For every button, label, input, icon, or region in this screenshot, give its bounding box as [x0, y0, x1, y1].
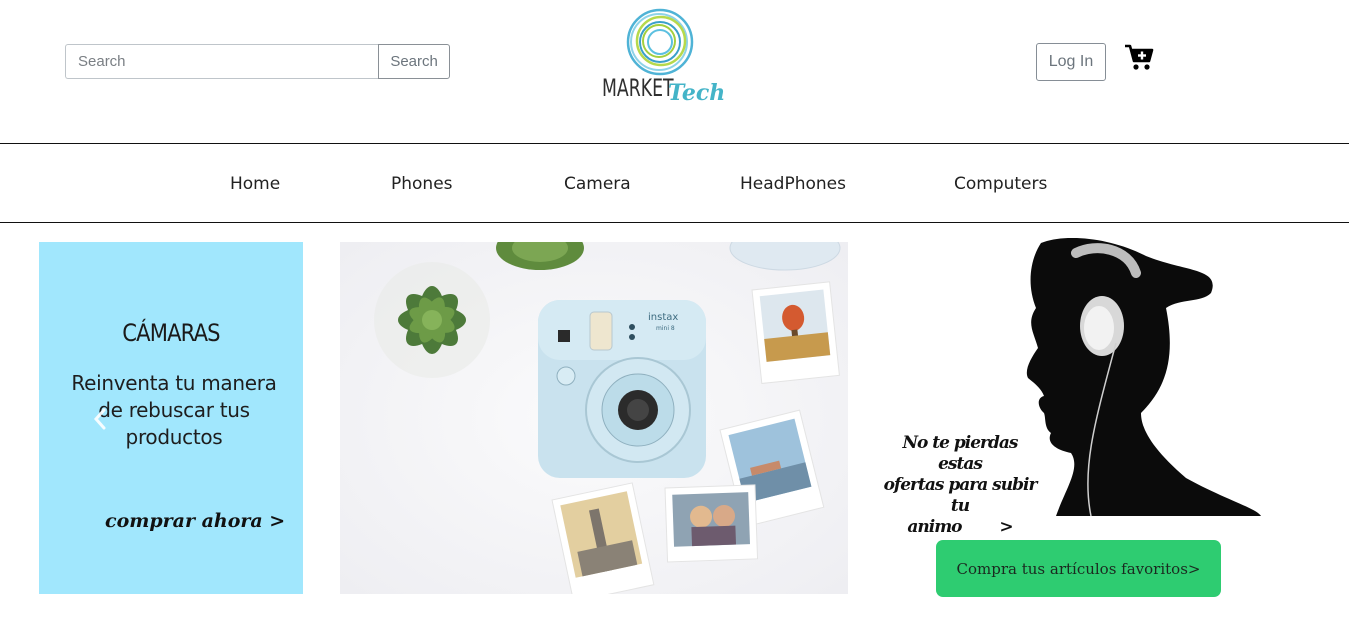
nav-item-camera[interactable]: Camera: [564, 174, 631, 194]
caption-arrow-link[interactable]: >: [999, 517, 1013, 537]
camera-brand-label: instax: [648, 312, 678, 323]
nav-item-headphones[interactable]: HeadPhones: [740, 174, 846, 194]
spiral-logo-icon: [626, 8, 694, 76]
camera-model-label: mini 8: [656, 325, 675, 332]
logo-word-market: MARKET: [602, 74, 674, 102]
search-bar: Search: [65, 44, 450, 79]
caption-line: ofertas para subir tu: [883, 475, 1038, 516]
caption-line: No te pierdas estas: [902, 433, 1019, 474]
search-input[interactable]: [65, 44, 379, 79]
shop-now-link[interactable]: comprar ahora >: [105, 510, 285, 532]
nav-divider: [0, 222, 1349, 223]
caption-word: animo: [907, 517, 962, 537]
search-button[interactable]: Search: [378, 44, 450, 79]
promo-title: CÁMARAS: [122, 319, 220, 347]
headphones-caption: No te pierdas estas ofertas para subir t…: [880, 433, 1040, 538]
market-tech-logo[interactable]: MARKET Tech: [598, 4, 725, 112]
main-nav: Home Phones Camera HeadPhones Computers: [0, 144, 1349, 223]
cart-plus-icon[interactable]: [1124, 43, 1154, 71]
nav-item-home[interactable]: Home: [230, 174, 280, 194]
promo-text-line: Reinventa tu manera: [71, 371, 277, 395]
site-header: Search MARKET Tech Log In: [0, 0, 1349, 143]
logo-word-tech: Tech: [668, 80, 726, 106]
login-button[interactable]: Log In: [1036, 43, 1106, 81]
chevron-left-icon[interactable]: [90, 406, 110, 432]
cameras-promo-banner[interactable]: CÁMARAS Reinventa tu manera de rebuscar …: [39, 242, 303, 594]
instax-camera-photo: instax mini 8: [340, 242, 848, 594]
caption-line: animo >: [880, 517, 1040, 538]
nav-item-computers[interactable]: Computers: [954, 174, 1047, 194]
nav-item-phones[interactable]: Phones: [391, 174, 453, 194]
camera-still-life-image: instax mini 8: [340, 242, 848, 594]
logo-wordmark: MARKET Tech: [602, 74, 725, 106]
shop-favorites-button[interactable]: Compra tus artículos favoritos>: [936, 540, 1221, 597]
headphones-promo-banner[interactable]: No te pierdas estas ofertas para subir t…: [866, 237, 1266, 537]
